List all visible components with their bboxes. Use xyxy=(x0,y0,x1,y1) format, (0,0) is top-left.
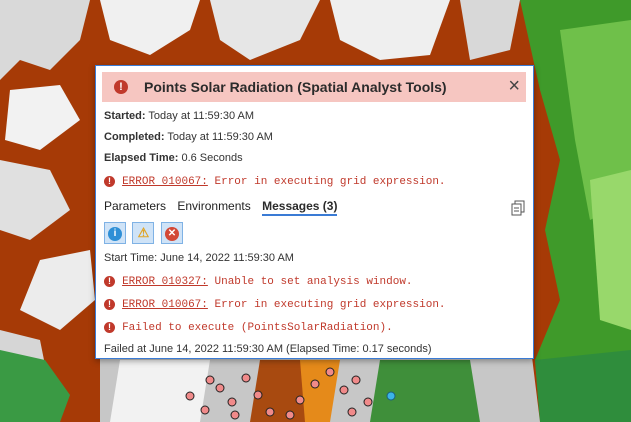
error-icon: ! xyxy=(114,80,128,94)
error-icon: ! xyxy=(104,321,115,333)
start-time-message: Start Time: June 14, 2022 11:59:30 AM xyxy=(104,252,294,264)
elapsed-label: Elapsed Time: xyxy=(104,152,179,164)
error-filter-button[interactable]: ✕ xyxy=(160,222,183,244)
tab-bar: Parameters Environments Messages (3) xyxy=(104,199,345,216)
message-error-code-link[interactable]: ERROR 010327: xyxy=(122,276,208,288)
info-filter-button[interactable]: i xyxy=(104,222,126,244)
completed-label: Completed: xyxy=(104,131,165,143)
message-text: Error in executing grid expression. xyxy=(214,299,446,311)
copy-icon[interactable] xyxy=(511,200,525,216)
error-icon: ! xyxy=(104,275,115,287)
completed-line: Completed: Today at 11:59:30 AM xyxy=(104,131,273,143)
error-icon: ✕ xyxy=(164,227,179,241)
message-item: ! ERROR 010067: Error in executing grid … xyxy=(104,298,446,311)
message-item: ! Failed to execute (PointsSolarRadiatio… xyxy=(104,321,393,334)
error-icon: ! xyxy=(104,175,115,187)
close-button[interactable]: × xyxy=(508,75,520,97)
message-text: Failed to execute (PointsSolarRadiation)… xyxy=(122,322,393,334)
title-bar: ! Points Solar Radiation (Spatial Analys… xyxy=(102,72,526,102)
message-text: Unable to set analysis window. xyxy=(214,276,413,288)
info-icon: i xyxy=(108,227,122,241)
tool-result-popup: ! Points Solar Radiation (Spatial Analys… xyxy=(95,65,534,359)
message-filters: i ⚠ ✕ xyxy=(104,222,185,244)
started-line: Started: Today at 11:59:30 AM xyxy=(104,110,254,122)
warning-filter-button[interactable]: ⚠ xyxy=(132,222,155,244)
dialog-title: Points Solar Radiation (Spatial Analyst … xyxy=(144,79,447,95)
message-item: ! ERROR 010327: Unable to set analysis w… xyxy=(104,275,413,288)
main-error-code-link[interactable]: ERROR 010067: xyxy=(122,176,208,188)
message-error-code-link[interactable]: ERROR 010067: xyxy=(122,299,208,311)
main-error: ! ERROR 010067: Error in executing grid … xyxy=(104,175,446,188)
tab-environments[interactable]: Environments xyxy=(177,199,250,213)
error-icon: ! xyxy=(104,298,115,310)
elapsed-value: 0.6 Seconds xyxy=(181,152,243,164)
failed-footer-message: Failed at June 14, 2022 11:59:30 AM (Ela… xyxy=(104,343,432,355)
tab-messages[interactable]: Messages (3) xyxy=(262,199,338,216)
main-error-text: Error in executing grid expression. xyxy=(214,176,446,188)
tab-parameters[interactable]: Parameters xyxy=(104,199,166,213)
started-label: Started: xyxy=(104,110,146,122)
started-value: Today at 11:59:30 AM xyxy=(148,110,255,122)
elapsed-line: Elapsed Time: 0.6 Seconds xyxy=(104,152,243,164)
warning-icon: ⚠ xyxy=(137,225,150,240)
completed-value: Today at 11:59:30 AM xyxy=(167,131,273,143)
